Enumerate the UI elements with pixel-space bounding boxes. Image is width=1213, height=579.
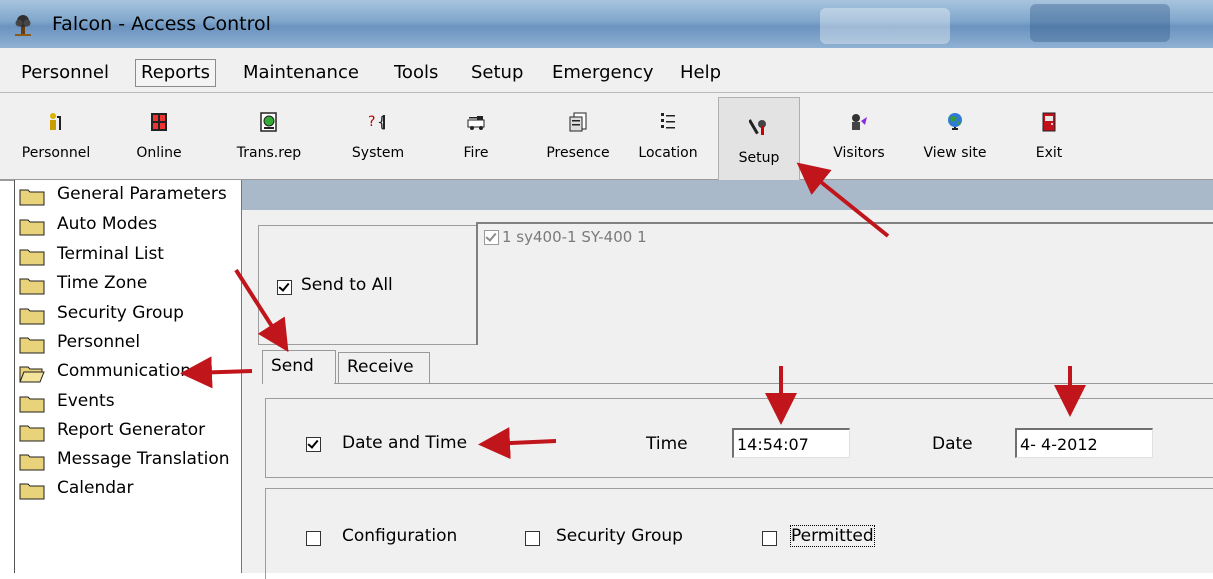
tab-send-label: Send bbox=[271, 356, 314, 376]
panel-header-strip bbox=[242, 180, 1213, 210]
online-icon bbox=[151, 113, 167, 131]
title-bar-glare bbox=[1030, 4, 1170, 42]
setup-icon bbox=[749, 119, 766, 135]
folder-icon bbox=[19, 278, 45, 295]
send-to-all-label: Send to All bbox=[301, 275, 393, 295]
send-to-all-checkbox[interactable] bbox=[277, 280, 292, 295]
setup-tree: General Parameters Auto Modes Terminal L… bbox=[14, 180, 243, 573]
toolbar-label: View site bbox=[923, 145, 987, 161]
toolbar-online-button[interactable]: Online bbox=[119, 93, 199, 179]
configuration-label: Configuration bbox=[342, 526, 458, 546]
date-input[interactable]: 4- 4-2012 bbox=[1015, 428, 1153, 458]
tab-receive[interactable]: Receive bbox=[338, 352, 430, 384]
fire-truck-icon bbox=[467, 116, 485, 130]
toolbar-view-site-button[interactable]: View site bbox=[915, 93, 995, 179]
svg-text:?: ? bbox=[368, 114, 375, 130]
toolbar-label: Setup bbox=[738, 150, 780, 166]
folder-icon bbox=[19, 454, 45, 471]
toolbar-label: Online bbox=[136, 145, 182, 161]
tree-item-label: Message Translation bbox=[57, 449, 230, 469]
trans-rep-icon bbox=[260, 112, 277, 132]
toolbar-label: Personnel bbox=[21, 145, 91, 161]
toolbar-location-button[interactable]: Location bbox=[628, 93, 708, 179]
open-folder-icon bbox=[19, 366, 45, 383]
toolbar-label: Location bbox=[638, 145, 698, 161]
title-bar-glare bbox=[820, 8, 950, 44]
toolbar-label: Presence bbox=[546, 145, 610, 161]
toolbar-system-button[interactable]: ? { System bbox=[338, 93, 418, 179]
toolbar-exit-button[interactable]: Exit bbox=[1009, 93, 1089, 179]
date-time-checkbox[interactable] bbox=[306, 437, 321, 452]
svg-text:{: { bbox=[377, 113, 387, 131]
terminal-checkbox[interactable] bbox=[484, 230, 499, 245]
falcon-tree-icon bbox=[15, 15, 31, 36]
permitted-checkbox[interactable] bbox=[762, 531, 777, 546]
globe-icon bbox=[948, 113, 962, 130]
date-label: Date bbox=[932, 434, 973, 454]
terminal-item-label: 1 sy400-1 SY-400 1 bbox=[502, 228, 647, 246]
folder-icon bbox=[19, 483, 45, 500]
toolbar-label: Exit bbox=[1035, 145, 1063, 161]
visitors-icon bbox=[852, 114, 867, 130]
tab-strip-border bbox=[334, 383, 1213, 384]
toolbar-label: Fire bbox=[463, 145, 489, 161]
folder-icon bbox=[19, 189, 45, 206]
personnel-icon bbox=[50, 113, 61, 130]
menu-tools[interactable]: Tools bbox=[394, 62, 438, 83]
title-bar: Falcon - Access Control bbox=[0, 0, 1213, 48]
date-time-label: Date and Time bbox=[342, 433, 468, 453]
tree-item-label: Auto Modes bbox=[57, 214, 158, 234]
security-group-label: Security Group bbox=[556, 526, 683, 546]
send-options-group: Configuration Security Group Permitted bbox=[265, 488, 1213, 579]
folder-icon bbox=[19, 425, 45, 442]
folder-icon bbox=[19, 219, 45, 236]
window-title: Falcon - Access Control bbox=[52, 13, 271, 35]
tree-item-label: Communication bbox=[57, 361, 191, 381]
system-icon: ? { bbox=[368, 113, 387, 131]
tree-item-label: Security Group bbox=[57, 303, 184, 323]
toolbar-fire-button[interactable]: Fire bbox=[436, 93, 516, 179]
folder-icon bbox=[19, 337, 45, 354]
send-to-all-group: Send to All bbox=[258, 225, 478, 345]
location-icon bbox=[661, 113, 675, 129]
tree-item-label: Calendar bbox=[57, 478, 134, 498]
menu-help[interactable]: Help bbox=[680, 62, 721, 83]
tab-send[interactable]: Send bbox=[262, 350, 336, 384]
toolbar-label: Trans.rep bbox=[236, 145, 302, 161]
folder-icon bbox=[19, 249, 45, 266]
presence-icon bbox=[569, 112, 587, 132]
time-input[interactable]: 14:54:07 bbox=[732, 428, 850, 458]
folder-icon bbox=[19, 396, 45, 413]
security-group-checkbox[interactable] bbox=[525, 531, 540, 546]
tree-item-label: Terminal List bbox=[57, 244, 164, 264]
toolbar-visitors-button[interactable]: Visitors bbox=[819, 93, 899, 179]
tree-item-label: Personnel bbox=[57, 332, 141, 352]
menu-emergency[interactable]: Emergency bbox=[552, 62, 654, 83]
tab-receive-label: Receive bbox=[347, 357, 414, 377]
toolbar: Personnel Online Trans.rep ? { System Fi… bbox=[0, 93, 1213, 181]
date-time-group: Date and Time Time 14:54:07 Date 4- 4-20… bbox=[265, 398, 1213, 478]
toolbar-label: Visitors bbox=[833, 145, 885, 161]
toolbar-personnel-button[interactable]: Personnel bbox=[16, 93, 96, 179]
menu-reports[interactable]: Reports bbox=[135, 59, 217, 87]
tree-item-label: Time Zone bbox=[57, 273, 148, 293]
exit-door-icon bbox=[1042, 112, 1056, 132]
configuration-checkbox[interactable] bbox=[306, 531, 321, 546]
toolbar-setup-button[interactable]: Setup bbox=[718, 97, 800, 180]
toolbar-label: System bbox=[351, 145, 405, 161]
folder-icon bbox=[19, 308, 45, 325]
tree-item-label: General Parameters bbox=[57, 184, 227, 204]
time-label: Time bbox=[646, 434, 688, 454]
menu-personnel[interactable]: Personnel bbox=[21, 62, 109, 83]
permitted-label: Permitted bbox=[790, 525, 875, 547]
toolbar-trans-rep-button[interactable]: Trans.rep bbox=[229, 93, 309, 179]
tree-item-label: Report Generator bbox=[57, 420, 206, 440]
terminal-list: 1 sy400-1 SY-400 1 bbox=[476, 222, 1213, 345]
tree-item-label: Events bbox=[57, 391, 115, 411]
menu-bar: Personnel Reports Maintenance Tools Setu… bbox=[0, 48, 1213, 93]
toolbar-presence-button[interactable]: Presence bbox=[538, 93, 618, 179]
menu-setup[interactable]: Setup bbox=[471, 62, 523, 83]
menu-maintenance[interactable]: Maintenance bbox=[243, 62, 359, 83]
